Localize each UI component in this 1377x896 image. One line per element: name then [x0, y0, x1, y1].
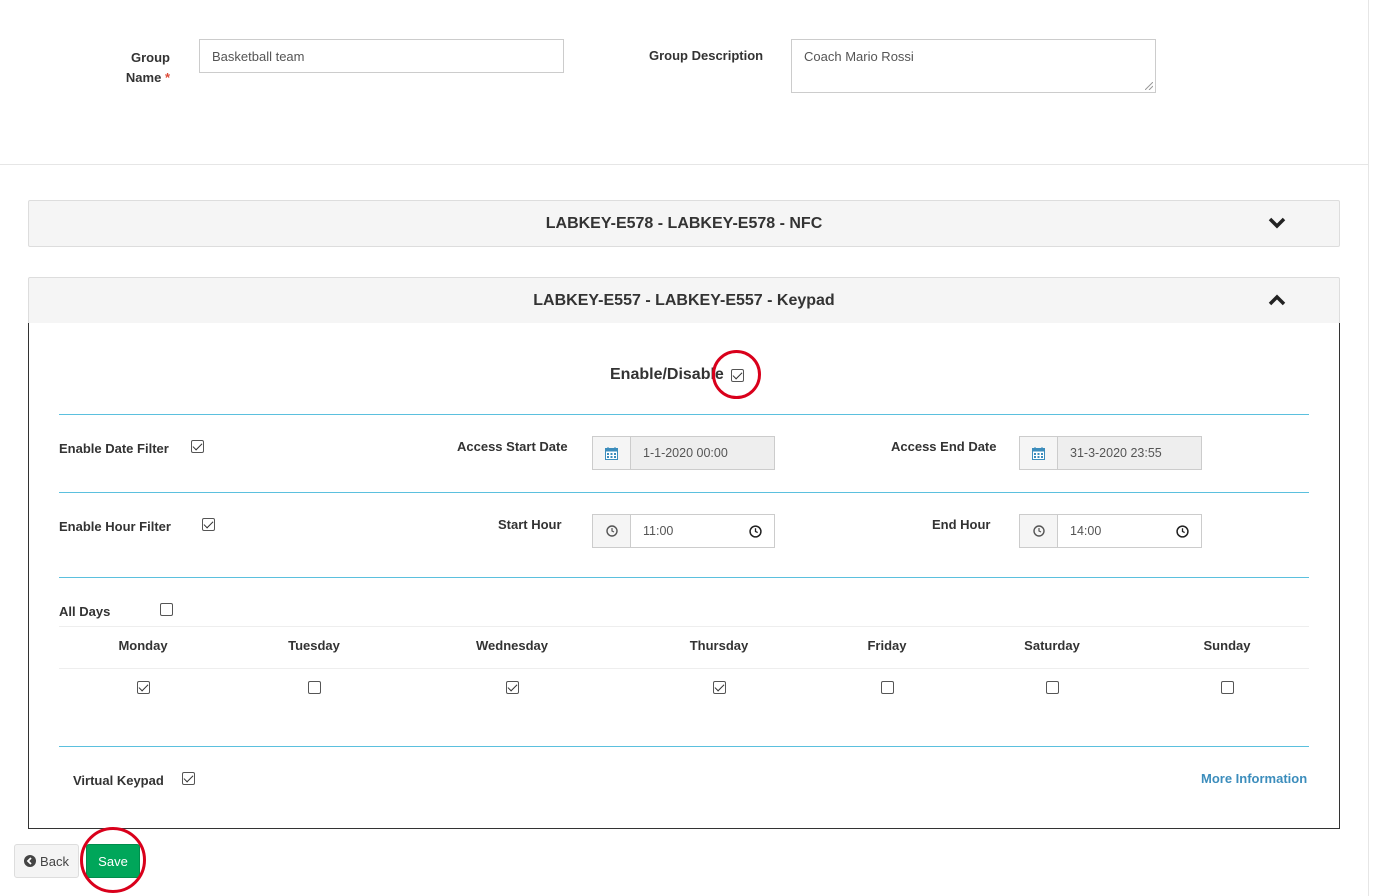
calendar-icon[interactable] — [593, 437, 631, 469]
enable-disable-checkbox[interactable] — [731, 369, 744, 382]
day-header-sunday: Sunday — [1203, 638, 1251, 653]
clock-icon[interactable] — [1176, 524, 1189, 538]
end-hour-input[interactable]: 14:00 — [1058, 515, 1201, 547]
calendar-icon[interactable] — [1020, 437, 1058, 469]
enable-disable-label: Enable/Disable — [610, 366, 724, 383]
day-checkbox-sunday[interactable] — [1221, 681, 1234, 694]
group-name-label: Group Name * — [118, 48, 170, 88]
panel-header-nfc[interactable]: LABKEY-E578 - LABKEY-E578 - NFC — [28, 200, 1340, 247]
divider — [59, 577, 1309, 578]
day-header-friday: Friday — [867, 638, 907, 653]
day-checkbox-friday[interactable] — [881, 681, 894, 694]
start-hour-input[interactable]: 11:00 — [631, 515, 774, 547]
day-checkbox-saturday[interactable] — [1046, 681, 1059, 694]
chevron-up-icon[interactable] — [1267, 290, 1287, 310]
access-start-date-field[interactable]: 1-1-2020 00:00 — [592, 436, 775, 470]
day-header-tuesday: Tuesday — [288, 638, 340, 653]
day-checkbox-thursday[interactable] — [713, 681, 726, 694]
enable-date-filter-label: Enable Date Filter — [59, 441, 169, 456]
arrow-circle-left-icon — [24, 855, 37, 867]
group-name-label-line1: Group — [131, 50, 170, 65]
more-information-link[interactable]: More Information — [1201, 771, 1307, 786]
clock-icon[interactable] — [749, 524, 762, 538]
required-mark: * — [164, 70, 170, 85]
end-hour-label: End Hour — [932, 517, 991, 532]
access-start-date-input[interactable]: 1-1-2020 00:00 — [631, 437, 774, 469]
virtual-keypad-label: Virtual Keypad — [73, 773, 164, 788]
access-end-date-field[interactable]: 31-3-2020 23:55 — [1019, 436, 1202, 470]
divider — [59, 414, 1309, 415]
group-name-input[interactable]: Basketball team — [199, 39, 564, 73]
divider — [59, 746, 1309, 747]
end-hour-field[interactable]: 14:00 — [1019, 514, 1202, 548]
access-end-date-input[interactable]: 31-3-2020 23:55 — [1058, 437, 1201, 469]
access-end-date-value: 31-3-2020 23:55 — [1070, 446, 1162, 460]
back-button-label: Back — [40, 853, 69, 869]
resize-handle-icon[interactable] — [1145, 82, 1153, 90]
panel-header-keypad[interactable]: LABKEY-E557 - LABKEY-E557 - Keypad — [28, 277, 1340, 324]
start-hour-value: 11:00 — [643, 524, 674, 538]
group-description-label: Group Description — [649, 48, 764, 63]
table-divider — [59, 668, 1309, 669]
day-checkbox-tuesday[interactable] — [308, 681, 321, 694]
panel-title-keypad: LABKEY-E557 - LABKEY-E557 - Keypad — [533, 292, 835, 309]
save-button-label: Save — [98, 853, 128, 869]
day-header-monday: Monday — [118, 638, 168, 653]
all-days-label: All Days — [59, 604, 111, 619]
group-description-value: Coach Mario Rossi — [804, 49, 914, 64]
panel-body-keypad — [28, 323, 1340, 829]
virtual-keypad-checkbox[interactable] — [182, 772, 195, 785]
scrollbar-track[interactable] — [1368, 0, 1369, 896]
clock-icon[interactable] — [1020, 515, 1058, 547]
clock-icon[interactable] — [593, 515, 631, 547]
day-header-thursday: Thursday — [689, 638, 749, 653]
start-hour-field[interactable]: 11:00 — [592, 514, 775, 548]
day-checkbox-wednesday[interactable] — [506, 681, 519, 694]
section-divider — [0, 164, 1368, 165]
enable-date-filter-checkbox[interactable] — [191, 440, 204, 453]
day-header-wednesday: Wednesday — [475, 638, 548, 653]
save-button[interactable]: Save — [86, 844, 140, 878]
access-start-date-label: Access Start Date — [457, 439, 568, 454]
day-checkbox-monday[interactable] — [137, 681, 150, 694]
enable-hour-filter-label: Enable Hour Filter — [59, 519, 171, 534]
panel-title-nfc: LABKEY-E578 - LABKEY-E578 - NFC — [545, 215, 823, 232]
group-name-label-line2: Name — [125, 70, 162, 85]
end-hour-value: 14:00 — [1070, 524, 1102, 538]
all-days-checkbox[interactable] — [160, 603, 173, 616]
day-header-saturday: Saturday — [1024, 638, 1080, 653]
table-divider — [59, 626, 1309, 627]
divider — [59, 492, 1309, 493]
access-end-date-label: Access End Date — [891, 439, 997, 454]
enable-hour-filter-checkbox[interactable] — [202, 518, 215, 531]
chevron-down-icon[interactable] — [1267, 213, 1287, 233]
access-start-date-value: 1-1-2020 00:00 — [643, 446, 728, 460]
back-button[interactable]: Back — [14, 844, 79, 878]
group-description-textarea[interactable]: Coach Mario Rossi — [791, 39, 1156, 93]
start-hour-label: Start Hour — [498, 517, 562, 532]
